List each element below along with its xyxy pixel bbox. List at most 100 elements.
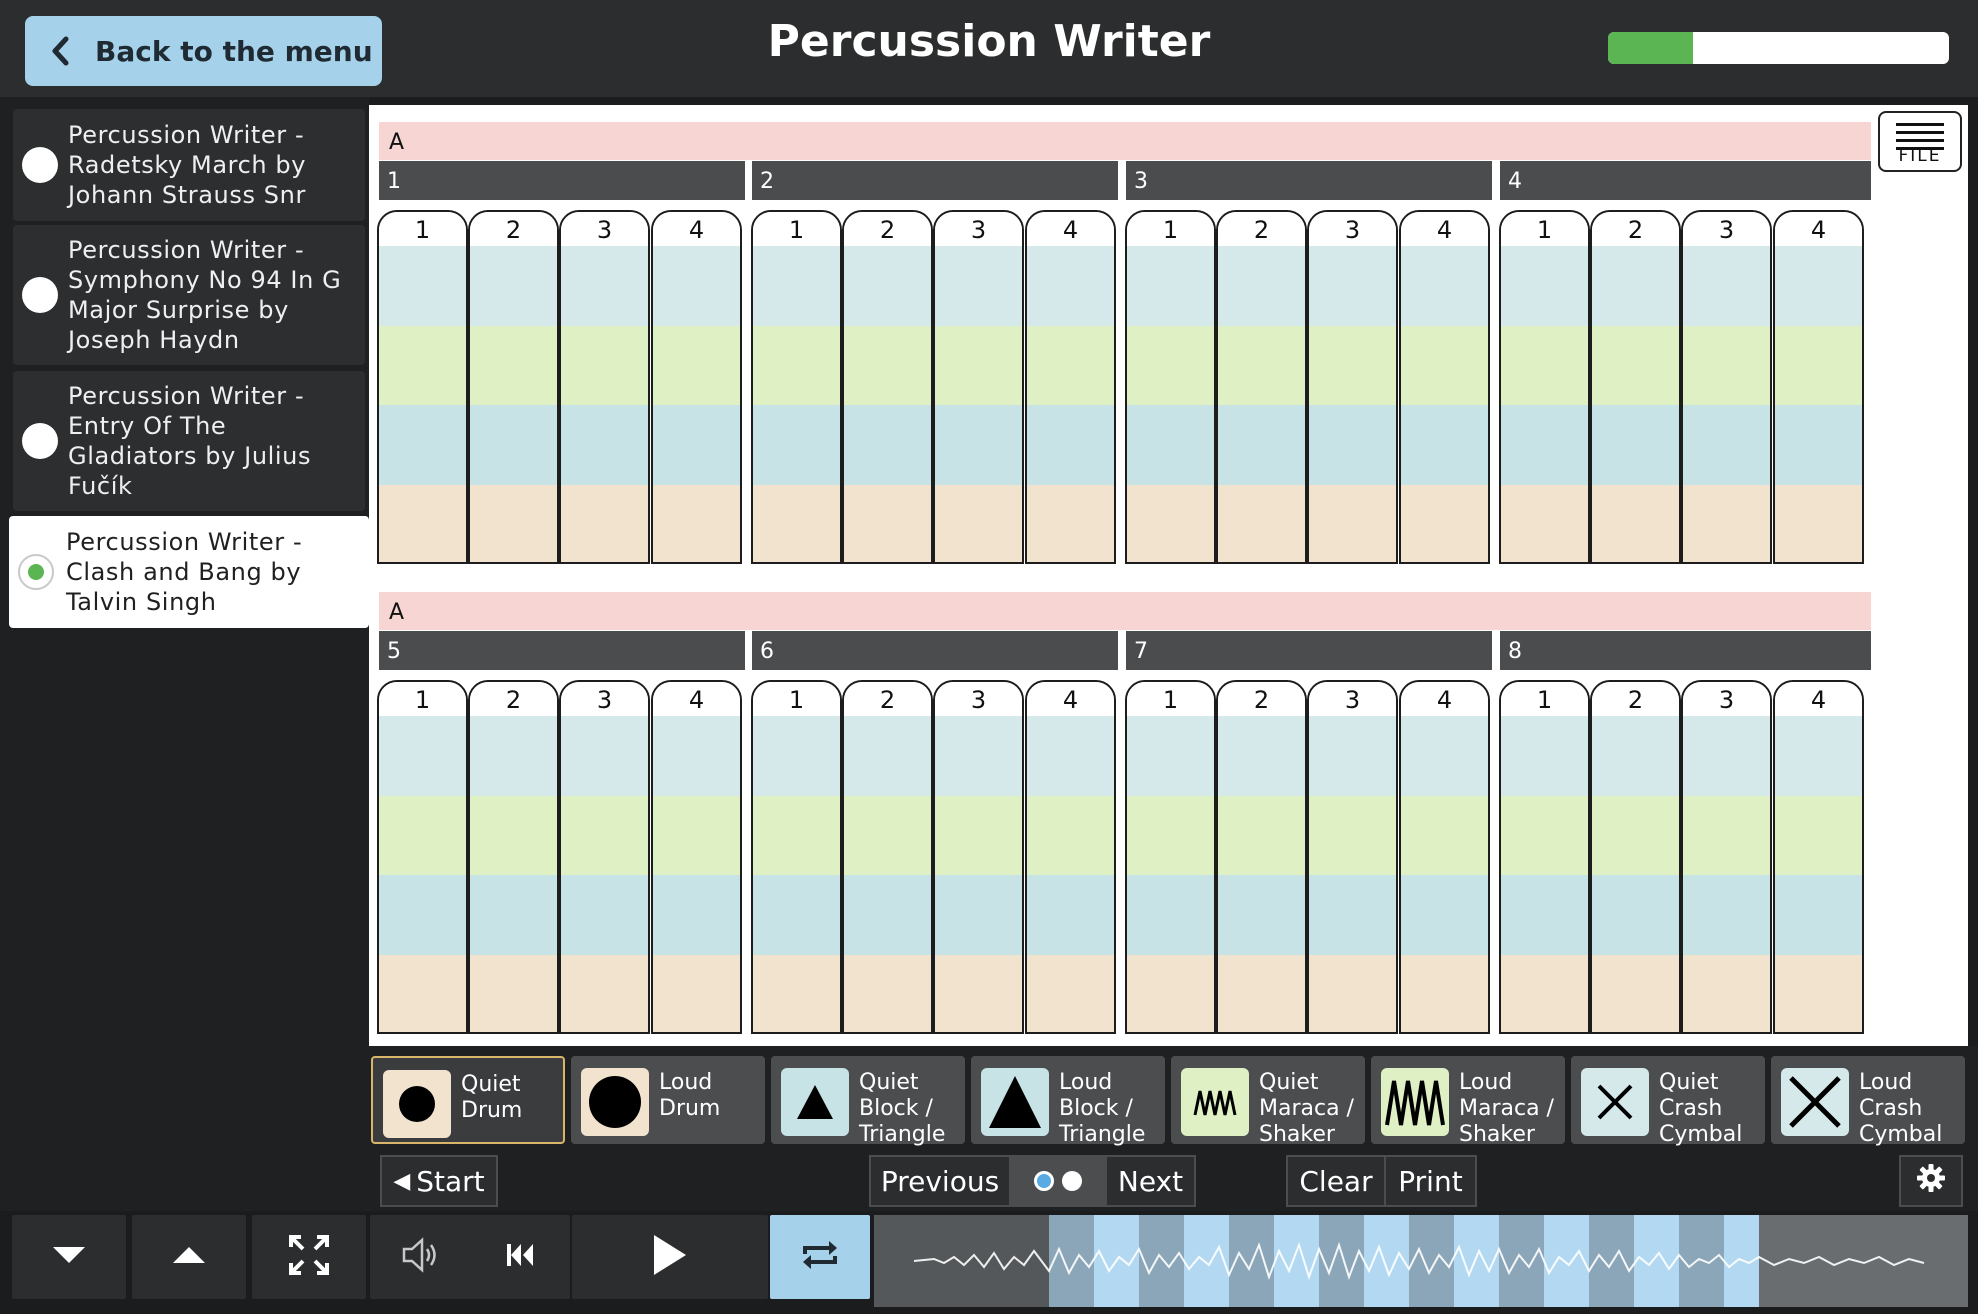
- beat-column[interactable]: 4: [1399, 210, 1490, 564]
- beat-column[interactable]: 1: [377, 210, 468, 564]
- sidebar-item-clash-and-bang[interactable]: Percussion Writer - Clash and Bang by Ta…: [9, 516, 369, 628]
- beat-column[interactable]: 2: [1590, 210, 1681, 564]
- skip-back-icon: [505, 1242, 535, 1272]
- beat-column[interactable]: 4: [651, 210, 742, 564]
- play-button[interactable]: [572, 1215, 768, 1299]
- beat-number: 4: [1775, 212, 1862, 248]
- print-button[interactable]: Print: [1384, 1155, 1477, 1207]
- file-menu-button[interactable]: FILE: [1878, 111, 1962, 172]
- beat-column[interactable]: 1: [1125, 680, 1216, 1034]
- beat-column[interactable]: 4: [651, 680, 742, 1034]
- sidebar-item-label: Percussion Writer - Radetsky March by Jo…: [68, 121, 307, 209]
- beat-column[interactable]: 2: [842, 680, 933, 1034]
- beat-column[interactable]: 4: [1399, 680, 1490, 1034]
- beat-column[interactable]: 3: [1307, 210, 1398, 564]
- radio-button[interactable]: [22, 147, 58, 183]
- instrument-quiet-block-triangle[interactable]: Quiet Block / Triangle: [771, 1056, 965, 1147]
- print-label: Print: [1398, 1164, 1463, 1198]
- beat-column[interactable]: 3: [1681, 680, 1772, 1034]
- beat-column[interactable]: 1: [751, 680, 842, 1034]
- beat-column[interactable]: 2: [1216, 210, 1307, 564]
- scroll-up-button[interactable]: [132, 1215, 246, 1299]
- beat-column[interactable]: 1: [1125, 210, 1216, 564]
- loop-button[interactable]: [770, 1215, 870, 1299]
- beat-column[interactable]: 1: [1499, 680, 1590, 1034]
- instrument-label: Quiet Drum: [461, 1072, 523, 1123]
- instrument-label: Quiet Crash Cymbal: [1659, 1070, 1743, 1147]
- beat-column[interactable]: 2: [468, 680, 559, 1034]
- beat-number: 3: [935, 212, 1022, 248]
- scroll-down-button[interactable]: [12, 1215, 126, 1299]
- beat-column[interactable]: 1: [751, 210, 842, 564]
- fullscreen-button[interactable]: [252, 1215, 366, 1299]
- large-cross-icon: [1781, 1068, 1849, 1136]
- bar-number: 8: [1500, 631, 1871, 670]
- beat-column[interactable]: 3: [559, 210, 650, 564]
- beat-column[interactable]: 3: [1681, 210, 1772, 564]
- beat-column[interactable]: 4: [1025, 210, 1116, 564]
- instrument-loud-crash-cymbal[interactable]: Loud Crash Cymbal: [1771, 1056, 1965, 1147]
- radio-button[interactable]: [18, 554, 54, 590]
- beat-column[interactable]: 3: [559, 680, 650, 1034]
- page-indicator[interactable]: [1010, 1155, 1106, 1207]
- instrument-loud-maraca-shaker[interactable]: Loud Maraca / Shaker: [1371, 1056, 1565, 1147]
- header: Back to the menu Percussion Writer: [0, 0, 1978, 97]
- next-label: Next: [1117, 1164, 1184, 1198]
- beat-number: 2: [1592, 682, 1679, 718]
- waveform-scrubber[interactable]: [874, 1215, 1968, 1307]
- beat-column[interactable]: 1: [1499, 210, 1590, 564]
- beat-column[interactable]: 2: [1216, 680, 1307, 1034]
- triangle-left-icon: ◀: [393, 1168, 411, 1194]
- instrument-quiet-maraca-shaker[interactable]: Quiet Maraca / Shaker: [1171, 1056, 1365, 1147]
- start-button[interactable]: ◀ Start: [380, 1155, 498, 1207]
- page-dot: [1062, 1171, 1082, 1191]
- beat-number: 4: [653, 682, 740, 718]
- beat-column[interactable]: 3: [933, 680, 1024, 1034]
- beat-number: 2: [1218, 212, 1305, 248]
- beat-column[interactable]: 1: [377, 680, 468, 1034]
- instrument-quiet-crash-cymbal[interactable]: Quiet Crash Cymbal: [1571, 1056, 1765, 1147]
- sidebar-item-entry-of-gladiators[interactable]: Percussion Writer - Entry Of The Gladiat…: [13, 371, 365, 511]
- instrument-quiet-drum[interactable]: Quiet Drum: [371, 1056, 565, 1144]
- beat-number: 3: [1309, 212, 1396, 248]
- beat-column[interactable]: 2: [842, 210, 933, 564]
- beat-column[interactable]: 3: [1307, 680, 1398, 1034]
- gear-icon: [1916, 1163, 1946, 1200]
- beat-number: 1: [1501, 212, 1588, 248]
- score-area: FILE A 1 2 3 4 1 2 3 4 1 2 3 4 1 2 3 4 1…: [369, 105, 1968, 1046]
- instrument-loud-block-triangle[interactable]: Loud Block / Triangle: [971, 1056, 1165, 1147]
- beat-column[interactable]: 3: [933, 210, 1024, 564]
- previous-button[interactable]: Previous: [869, 1155, 1011, 1207]
- bar-number: 5: [379, 631, 745, 670]
- beat-number: 1: [753, 682, 840, 718]
- radio-button[interactable]: [22, 423, 58, 459]
- sidebar-item-label: Percussion Writer - Symphony No 94 In G …: [68, 236, 342, 354]
- sidebar-item-radetsky-march[interactable]: Percussion Writer - Radetsky March by Jo…: [13, 109, 365, 221]
- next-button[interactable]: Next: [1105, 1155, 1196, 1207]
- app-window: Back to the menu Percussion Writer Percu…: [0, 0, 1978, 1314]
- page-dot-active: [1034, 1171, 1054, 1191]
- large-circle-icon: [581, 1068, 649, 1136]
- beat-number: 3: [1683, 682, 1770, 718]
- section-marker: A: [379, 122, 1871, 160]
- sidebar-item-surprise-symphony[interactable]: Percussion Writer - Symphony No 94 In G …: [13, 225, 365, 365]
- beat-column[interactable]: 2: [468, 210, 559, 564]
- radio-button[interactable]: [22, 277, 58, 313]
- sidebar: Percussion Writer - Radetsky March by Jo…: [0, 97, 369, 1211]
- beat-number: 3: [561, 682, 648, 718]
- skip-back-button[interactable]: [480, 1215, 560, 1299]
- beat-column[interactable]: 4: [1025, 680, 1116, 1034]
- bar-number: 3: [1126, 161, 1492, 200]
- beat-column[interactable]: 4: [1773, 680, 1864, 1034]
- settings-button[interactable]: [1899, 1155, 1963, 1207]
- beat-column[interactable]: 2: [1590, 680, 1681, 1034]
- beat-number: 1: [379, 212, 466, 248]
- clear-button[interactable]: Clear: [1286, 1155, 1386, 1207]
- clear-label: Clear: [1299, 1164, 1373, 1198]
- volume-button[interactable]: [380, 1215, 460, 1299]
- beat-column[interactable]: 4: [1773, 210, 1864, 564]
- loop-icon: [799, 1238, 841, 1276]
- fullscreen-icon: [287, 1233, 331, 1281]
- instrument-loud-drum[interactable]: Loud Drum: [571, 1056, 765, 1144]
- transport-bar: [0, 1211, 1978, 1314]
